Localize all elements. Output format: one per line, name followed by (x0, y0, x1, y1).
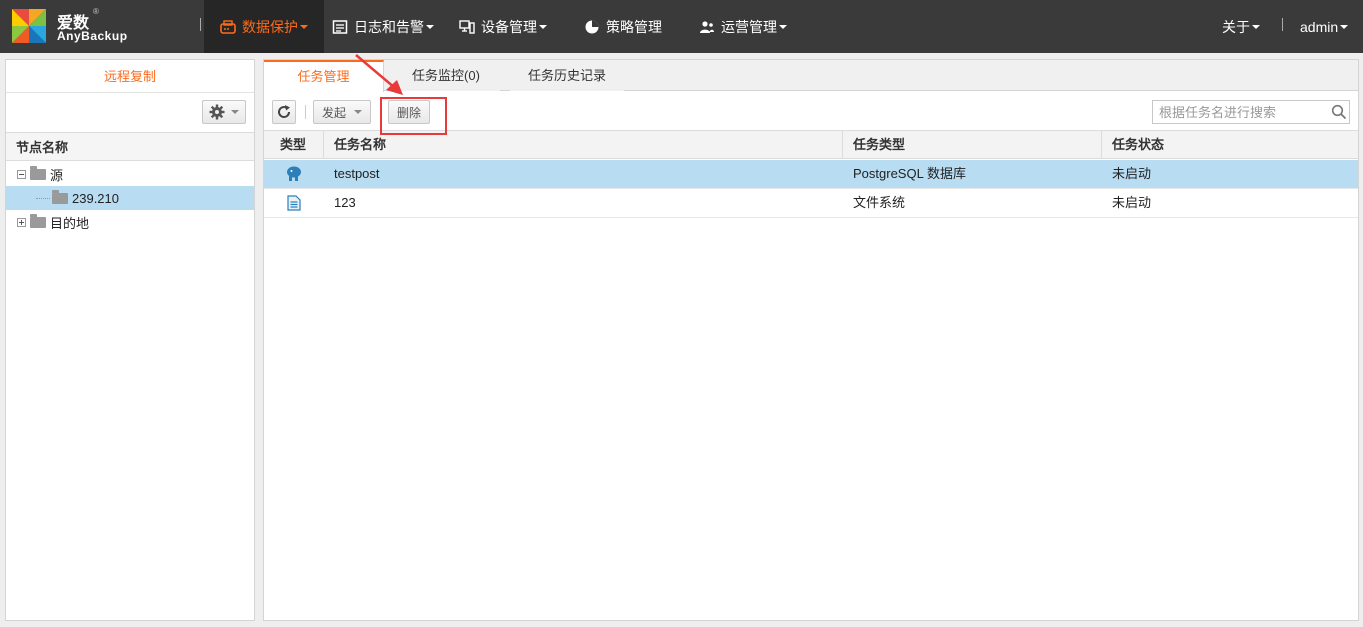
column-header-task-name[interactable]: 任务名称 (324, 131, 843, 158)
folder-icon (30, 213, 46, 228)
task-panel: 任务管理 任务监控(0) 任务历史记录 发起 删除 类型 任务名称 任务类型 (263, 59, 1359, 621)
tree-connector (36, 197, 50, 199)
tab-task-monitor[interactable]: 任务监控(0) (392, 60, 500, 91)
device-icon (459, 19, 475, 34)
tree-node-destination[interactable]: 目的地 (6, 210, 254, 234)
search-icon[interactable] (1331, 104, 1347, 120)
toolbar-divider (305, 105, 306, 119)
folder-icon (52, 189, 68, 204)
nav-label: 日志和告警 (354, 18, 424, 35)
launch-dropdown-button[interactable]: 发起 (313, 100, 371, 124)
task-type-cell: PostgreSQL 数据库 (853, 166, 966, 181)
tree-node-239-210[interactable]: 239.210 (6, 186, 254, 210)
nav-label: 关于 (1222, 18, 1250, 35)
refresh-icon (278, 105, 291, 118)
settings-dropdown-button[interactable] (202, 100, 246, 124)
nav-about[interactable]: 关于 (1222, 0, 1260, 53)
task-search-field[interactable] (1152, 100, 1350, 124)
collapse-icon[interactable] (17, 169, 26, 179)
policy-pie-icon (585, 20, 599, 33)
tree-node-label: 目的地 (50, 215, 90, 231)
brand-registered-mark: ® (93, 7, 99, 16)
nav-data-protection[interactable]: 数据保护 (204, 0, 324, 53)
log-alert-icon (332, 19, 348, 34)
panel-title: 远程复制 (6, 60, 254, 93)
user-menu[interactable]: admin (1300, 0, 1349, 53)
nav-divider (1282, 18, 1283, 31)
task-tabs: 任务管理 任务监控(0) 任务历史记录 (264, 60, 1358, 92)
folder-icon (30, 165, 46, 180)
top-navigation-bar: 爱数 ® AnyBackup 数据保护 日志和告警 设备管理 策略管理 运营管理… (0, 0, 1363, 53)
chevron-down-icon (231, 110, 239, 114)
column-header-task-type[interactable]: 任务类型 (843, 131, 1102, 158)
column-header-type[interactable]: 类型 (264, 131, 324, 158)
chevron-down-icon (300, 24, 308, 29)
nav-label: 数据保护 (242, 18, 298, 35)
type-cell (264, 160, 324, 188)
chevron-down-icon (426, 24, 434, 29)
nav-device-management[interactable]: 设备管理 (459, 0, 547, 53)
tab-task-management[interactable]: 任务管理 (264, 60, 384, 92)
chevron-down-icon (539, 24, 547, 29)
task-name-cell: testpost (334, 166, 380, 181)
chevron-down-icon (1252, 24, 1260, 29)
gear-icon (209, 104, 225, 120)
nav-label: 策略管理 (606, 18, 662, 35)
annotation-highlight-box (380, 97, 447, 135)
table-row[interactable]: 123 文件系统 未启动 (264, 189, 1358, 218)
type-cell (264, 189, 324, 217)
data-protection-icon (220, 19, 236, 34)
task-status-cell: 未启动 (1112, 195, 1152, 210)
file-document-icon (287, 195, 301, 211)
tab-task-history[interactable]: 任务历史记录 (510, 60, 624, 91)
nav-label: 设备管理 (481, 18, 537, 35)
postgresql-elephant-icon (287, 166, 301, 181)
launch-label: 发起 (322, 105, 347, 120)
table-row[interactable]: testpost PostgreSQL 数据库 未启动 (264, 160, 1358, 189)
tree-node-label: 源 (50, 167, 64, 183)
tree-node-label: 239.210 (72, 190, 119, 206)
nav-logs-alerts[interactable]: 日志和告警 (332, 0, 434, 53)
node-name-column-header: 节点名称 (6, 132, 254, 161)
chevron-down-icon (354, 110, 363, 114)
nav-label: 运营管理 (721, 18, 777, 35)
expand-icon[interactable] (17, 217, 26, 227)
search-input[interactable] (1159, 104, 1329, 120)
chevron-down-icon (779, 24, 787, 29)
task-name-cell: 123 (334, 195, 356, 210)
anybackup-logo-icon (12, 9, 46, 43)
nav-policy-management[interactable]: 策略管理 (584, 0, 662, 53)
brand-name-en: AnyBackup (57, 29, 128, 43)
column-header-task-status[interactable]: 任务状态 (1102, 131, 1358, 158)
nav-operations-management[interactable]: 运营管理 (699, 0, 787, 53)
left-node-panel: 远程复制 节点名称 源 239.210 目的地 (5, 59, 255, 621)
nav-divider (200, 18, 201, 31)
tree-node-source[interactable]: 源 (6, 162, 254, 186)
refresh-button[interactable] (272, 100, 296, 124)
task-status-cell: 未启动 (1112, 166, 1152, 181)
task-type-cell: 文件系统 (853, 195, 906, 210)
username: admin (1300, 18, 1339, 35)
users-icon (700, 20, 714, 33)
chevron-down-icon (1340, 24, 1349, 29)
